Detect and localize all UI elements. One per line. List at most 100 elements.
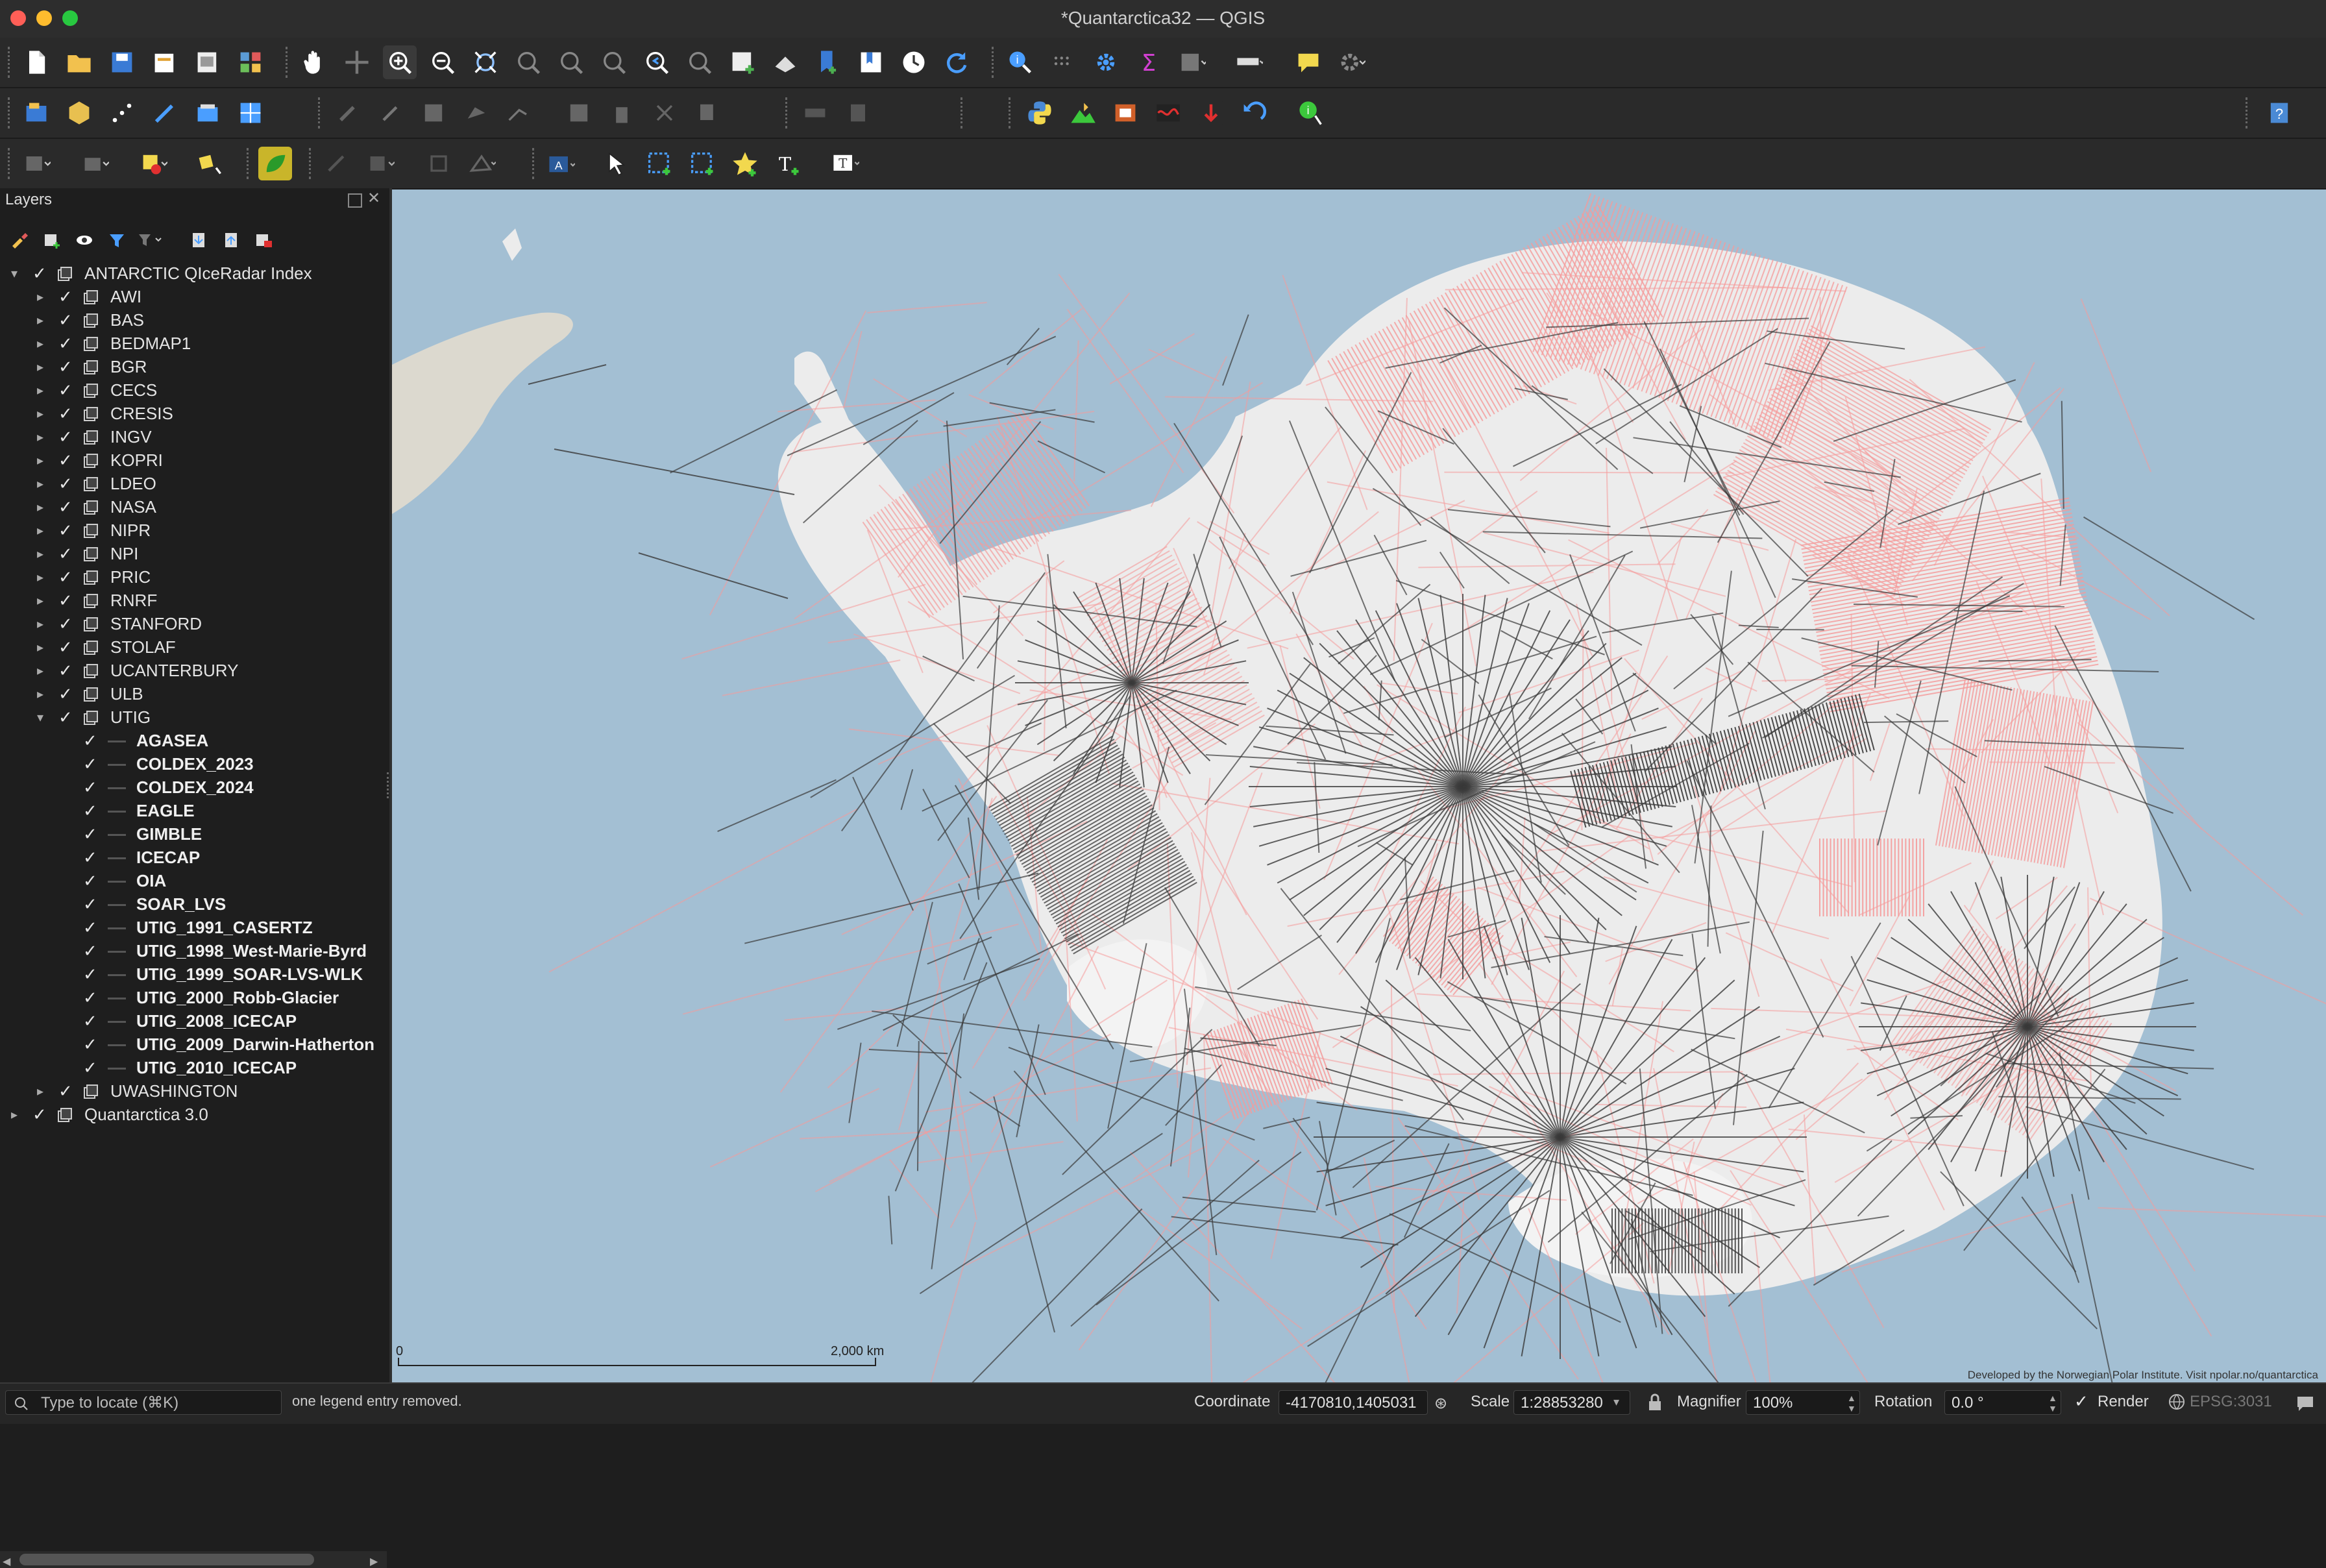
advanced-digitizing-dropdown[interactable] — [363, 147, 397, 180]
save-edits-button[interactable] — [417, 96, 450, 130]
expand-chevron-icon[interactable]: ▸ — [32, 475, 48, 493]
layer-visibility-checkbox[interactable]: ✓ — [83, 894, 100, 914]
layer-visibility-checkbox[interactable]: ✓ — [83, 1011, 100, 1031]
active-plugin-button[interactable] — [258, 147, 292, 180]
help-button[interactable]: ? — [2262, 96, 2296, 130]
expand-chevron-icon[interactable]: ▸ — [32, 428, 48, 447]
toolbar-grip[interactable] — [992, 47, 998, 78]
select-by-location-button[interactable] — [192, 147, 226, 180]
layer-labeling-dropdown[interactable]: A — [544, 147, 578, 180]
expand-all-button[interactable] — [184, 226, 213, 254]
attribute-table-button[interactable] — [1046, 45, 1080, 79]
layer-group-row[interactable]: ▸ ✓ BGR — [0, 356, 387, 379]
settings-dropdown[interactable] — [1334, 45, 1368, 79]
layer-group-row[interactable]: ▸ ✓ ULB — [0, 683, 387, 706]
layer-visibility-checkbox[interactable]: ✓ — [58, 684, 75, 704]
temporal-controller-button[interactable] — [897, 45, 931, 79]
plugin-radar-button[interactable] — [1151, 96, 1185, 130]
magnifier-field[interactable]: 100% — [1746, 1390, 1860, 1415]
layer-row[interactable]: ✓ UTIG_2009_Darwin-Hatherton — [0, 1033, 387, 1057]
float-panel-icon[interactable] — [348, 193, 362, 208]
layer-visibility-checkbox[interactable]: ✓ — [83, 1058, 100, 1077]
measure-dropdown[interactable] — [1232, 45, 1266, 79]
select-label-button[interactable] — [600, 147, 633, 180]
layer-visibility-checkbox[interactable]: ✓ — [58, 1081, 75, 1101]
plugin-profile-button[interactable] — [1066, 96, 1099, 130]
expand-chevron-icon[interactable]: ▸ — [6, 1106, 22, 1124]
style-manager-button[interactable] — [234, 45, 267, 79]
zoom-to-selection-button[interactable] — [511, 45, 545, 79]
layer-group-row[interactable]: ▸ ✓ RNRF — [0, 589, 387, 613]
layer-row[interactable]: ✓ UTIG_1991_CASERTZ — [0, 916, 387, 940]
toolbar-grip[interactable] — [286, 47, 291, 78]
expand-chevron-icon[interactable]: ▸ — [32, 405, 48, 423]
toolbar-grip[interactable] — [532, 148, 538, 179]
layer-group-row[interactable]: ▸ ✓ Quantarctica 3.0 — [0, 1103, 387, 1127]
zoom-next-button[interactable] — [683, 45, 716, 79]
layer-group-row[interactable]: ▸ ✓ CECS — [0, 379, 387, 402]
layer-group-row[interactable]: ▸ ✓ STANFORD — [0, 613, 387, 636]
expand-chevron-icon[interactable]: ▸ — [32, 592, 48, 610]
layer-group-row[interactable]: ▸ ✓ PRIC — [0, 566, 387, 589]
pan-to-selection-button[interactable] — [340, 45, 374, 79]
toolbar-grip[interactable] — [8, 97, 14, 129]
layer-row[interactable]: ✓ OIA — [0, 870, 387, 893]
layer-row[interactable]: ✓ UTIG_1999_SOAR-LVS-WLK — [0, 963, 387, 986]
new-print-layout-button[interactable] — [148, 45, 182, 79]
pin-label-button[interactable] — [728, 147, 762, 180]
expand-chevron-icon[interactable]: ▸ — [32, 335, 48, 353]
plugin-info-button[interactable]: i — [1294, 96, 1328, 130]
layer-visibility-checkbox[interactable]: ✓ — [83, 941, 100, 961]
layer-visibility-checkbox[interactable]: ✓ — [58, 450, 75, 470]
layer-row[interactable]: ✓ UTIG_2010_ICECAP — [0, 1057, 387, 1080]
close-panel-icon[interactable]: ✕ — [367, 191, 383, 206]
add-mesh-layer-button[interactable] — [234, 96, 267, 130]
toolbar-grip[interactable] — [785, 97, 791, 129]
toolbar-grip[interactable] — [247, 148, 252, 179]
toggle-extents-icon[interactable]: ⊛ — [1434, 1394, 1454, 1414]
expand-chevron-icon[interactable]: ▸ — [32, 382, 48, 400]
layer-visibility-checkbox[interactable]: ✓ — [58, 591, 75, 610]
expand-chevron-icon[interactable]: ▸ — [32, 452, 48, 470]
zoom-native-button[interactable] — [597, 45, 631, 79]
layer-visibility-checkbox[interactable]: ✓ — [58, 614, 75, 633]
plugin-download-button[interactable] — [1194, 96, 1228, 130]
open-layer-styling-button[interactable] — [5, 226, 34, 254]
new-3d-view-button[interactable] — [768, 45, 802, 79]
refresh-button[interactable] — [940, 45, 973, 79]
map-canvas[interactable]: 0 2,000 km Developed by the Norwegian Po… — [392, 190, 2326, 1382]
layer-visibility-checkbox[interactable]: ✓ — [58, 310, 75, 330]
crs-button[interactable]: EPSG:3031 — [2190, 1393, 2272, 1411]
layer-visibility-checkbox[interactable]: ✓ — [58, 380, 75, 400]
scrollbar-thumb[interactable] — [19, 1554, 314, 1565]
layer-group-row[interactable]: ▾ ✓ UTIG — [0, 706, 387, 729]
layer-group-row[interactable]: ▾ ✓ ANTARCTIC QIceRadar Index — [0, 262, 387, 286]
layer-group-row[interactable]: ▸ ✓ NPI — [0, 543, 387, 566]
rotate-label-button[interactable] — [685, 147, 719, 180]
zoom-full-button[interactable] — [469, 45, 502, 79]
layer-group-row[interactable]: ▸ ✓ LDEO — [0, 472, 387, 496]
expand-chevron-icon[interactable]: ▸ — [32, 545, 48, 563]
zoom-in-button[interactable] — [383, 45, 417, 79]
layer-visibility-checkbox[interactable]: ✓ — [83, 801, 100, 820]
layer-visibility-checkbox[interactable]: ✓ — [58, 334, 75, 353]
move-label-button[interactable] — [643, 147, 676, 180]
toolbar-grip[interactable] — [309, 148, 315, 179]
toolbar-grip[interactable] — [8, 47, 14, 78]
show-bookmarks-button[interactable] — [854, 45, 888, 79]
layer-row[interactable]: ✓ ICECAP — [0, 846, 387, 870]
layer-group-row[interactable]: ▸ ✓ UWASHINGTON — [0, 1080, 387, 1103]
zoom-out-button[interactable] — [426, 45, 459, 79]
layer-visibility-checkbox[interactable]: ✓ — [58, 521, 75, 540]
layer-visibility-checkbox[interactable]: ✓ — [58, 661, 75, 680]
python-console-button[interactable] — [1023, 96, 1057, 130]
toggle-editing-button[interactable] — [374, 96, 408, 130]
lock-scale-icon[interactable] — [1647, 1393, 1663, 1412]
save-project-button[interactable] — [105, 45, 139, 79]
new-bookmark-button[interactable] — [811, 45, 845, 79]
layout-manager-button[interactable] — [191, 45, 225, 79]
open-table-dropdown[interactable] — [1175, 45, 1208, 79]
layer-row[interactable]: ✓ UTIG_2000_Robb-Glacier — [0, 986, 387, 1010]
layer-row[interactable]: ✓ COLDEX_2024 — [0, 776, 387, 800]
toolbar-grip[interactable] — [1009, 97, 1014, 129]
